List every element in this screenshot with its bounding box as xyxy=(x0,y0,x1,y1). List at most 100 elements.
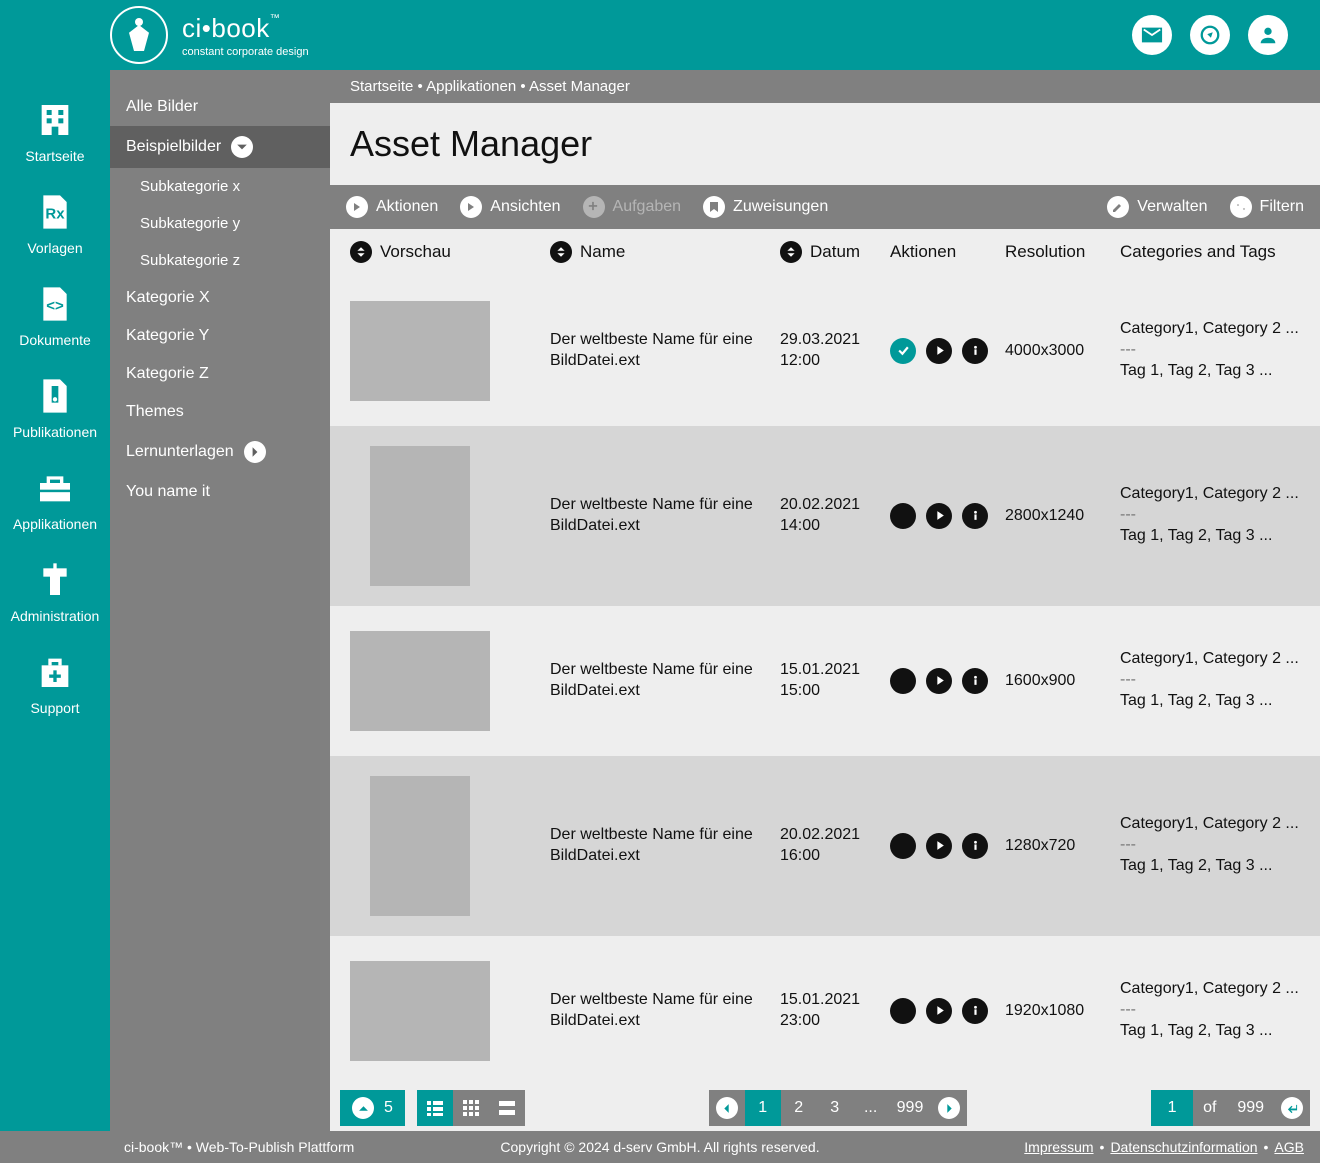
nav-administration[interactable]: Administration xyxy=(11,560,100,624)
play-button[interactable] xyxy=(926,503,952,529)
toolbar-ansichten-button[interactable]: Ansichten xyxy=(460,196,560,218)
asset-name: Der weltbeste Name für eine BildDatei.ex… xyxy=(550,330,780,372)
page-prev-button[interactable] xyxy=(709,1090,745,1126)
page-jump-go-button[interactable] xyxy=(1274,1090,1310,1126)
sidebar-item-9[interactable]: Lernunterlagen xyxy=(110,431,330,473)
thumbnail-placeholder[interactable] xyxy=(350,301,490,401)
thumbnail-placeholder[interactable] xyxy=(370,776,470,916)
col-header-datum[interactable]: Datum xyxy=(780,241,890,263)
asset-date: 29.03.2021 12:00 xyxy=(780,330,890,372)
sidebar-item-6[interactable]: Kategorie Y xyxy=(110,317,330,355)
toolbar-aktionen-button[interactable]: Aktionen xyxy=(346,196,438,218)
col-header-name[interactable]: Name xyxy=(550,241,780,263)
thumbnail-placeholder[interactable] xyxy=(350,631,490,731)
toolbar-verwalten-button[interactable]: Verwalten xyxy=(1107,196,1207,218)
sidebar-item-3[interactable]: Subkategorie y xyxy=(110,205,330,242)
nav-dokumente[interactable]: <> Dokumente xyxy=(19,284,91,348)
brand-area: ci•book™ constant corporate design xyxy=(110,6,309,64)
nav-publikationen[interactable]: Publikationen xyxy=(13,376,97,440)
footer-link-datenschutz[interactable]: Datenschutzinformation xyxy=(1110,1139,1257,1155)
select-toggle-button[interactable] xyxy=(890,338,916,364)
toolbar-filtern-button[interactable]: Filtern xyxy=(1230,196,1304,218)
toolbar-button-label: Ansichten xyxy=(490,198,560,216)
info-button[interactable] xyxy=(962,338,988,364)
select-toggle-button[interactable] xyxy=(890,503,916,529)
list-view-icon xyxy=(425,1098,445,1118)
sidebar-item-7[interactable]: Kategorie Z xyxy=(110,355,330,393)
info-button[interactable] xyxy=(962,668,988,694)
col-header-vorschau[interactable]: Vorschau xyxy=(350,241,550,263)
nav-vorlagen[interactable]: Rx Vorlagen xyxy=(27,192,82,256)
select-toggle-button[interactable] xyxy=(890,833,916,859)
sort-icon[interactable] xyxy=(780,241,802,263)
asset-name: Der weltbeste Name für eine BildDatei.ex… xyxy=(550,990,780,1032)
page-next-button[interactable] xyxy=(931,1090,967,1126)
page-size-selector[interactable]: 5 xyxy=(340,1090,405,1126)
page-jump-current[interactable]: 1 xyxy=(1151,1090,1193,1126)
asset-resolution: 2800x1240 xyxy=(1005,507,1120,525)
account-button[interactable] xyxy=(1248,15,1288,55)
sidebar-item-label: Themes xyxy=(126,403,184,421)
chevron-right-icon xyxy=(938,1097,960,1119)
table-header: Vorschau Name Datum Aktionen Resolution … xyxy=(330,229,1320,276)
table-body: Der weltbeste Name für eine BildDatei.ex… xyxy=(330,276,1320,1086)
tower-icon xyxy=(35,560,75,600)
select-toggle-button[interactable] xyxy=(890,998,916,1024)
page-number-2[interactable]: 2 xyxy=(781,1090,817,1126)
mail-button[interactable] xyxy=(1132,15,1172,55)
asset-categories-tags: Category1, Category 2 ...---Tag 1, Tag 2… xyxy=(1120,979,1300,1041)
view-list-button[interactable] xyxy=(417,1090,453,1126)
page-number-3[interactable]: 3 xyxy=(817,1090,853,1126)
asset-name: Der weltbeste Name für eine BildDatei.ex… xyxy=(550,660,780,702)
nav-startseite[interactable]: Startseite xyxy=(25,100,84,164)
view-toggle xyxy=(417,1090,525,1126)
nav-label: Support xyxy=(30,700,79,716)
play-button[interactable] xyxy=(926,668,952,694)
sidebar-item-8[interactable]: Themes xyxy=(110,393,330,431)
nav-support[interactable]: Support xyxy=(30,652,79,716)
compass-button[interactable] xyxy=(1190,15,1230,55)
col-header-label: Vorschau xyxy=(380,242,451,262)
play-button[interactable] xyxy=(926,833,952,859)
nav-label: Startseite xyxy=(25,148,84,164)
medkit-icon xyxy=(35,652,75,692)
select-toggle-button[interactable] xyxy=(890,668,916,694)
sidebar-item-0[interactable]: Alle Bilder xyxy=(110,88,330,126)
sidebar-item-label: Kategorie Z xyxy=(126,365,209,383)
sidebar-item-5[interactable]: Kategorie X xyxy=(110,279,330,317)
col-header-resolution: Resolution xyxy=(1005,242,1120,262)
sidebar-item-4[interactable]: Subkategorie z xyxy=(110,242,330,279)
info-button[interactable] xyxy=(962,998,988,1024)
sidebar-item-2[interactable]: Subkategorie x xyxy=(110,168,330,205)
page-number-1[interactable]: 1 xyxy=(745,1090,781,1126)
chevron-left-icon xyxy=(716,1097,738,1119)
info-button[interactable] xyxy=(962,503,988,529)
asset-resolution: 1600x900 xyxy=(1005,672,1120,690)
asset-categories-tags: Category1, Category 2 ...---Tag 1, Tag 2… xyxy=(1120,649,1300,711)
asset-date: 15.01.2021 23:00 xyxy=(780,990,890,1032)
info-button[interactable] xyxy=(962,833,988,859)
sidebar-item-10[interactable]: You name it xyxy=(110,473,330,511)
toolbar-zuweisungen-button[interactable]: Zuweisungen xyxy=(703,196,828,218)
thumbnail-placeholder[interactable] xyxy=(370,446,470,586)
sidebar-item-1[interactable]: Beispielbilder xyxy=(110,126,330,168)
pager-bar: 5 123...999 1 of 999 xyxy=(330,1086,1320,1131)
sidebar-item-label: Kategorie Y xyxy=(126,327,209,345)
pencil-icon xyxy=(1107,196,1129,218)
page-size-value: 5 xyxy=(384,1099,393,1117)
footer-link-impressum[interactable]: Impressum xyxy=(1024,1139,1093,1155)
page-number-999[interactable]: 999 xyxy=(889,1090,932,1126)
row-actions xyxy=(890,338,1005,364)
sort-icon[interactable] xyxy=(550,241,572,263)
user-icon xyxy=(1257,24,1279,46)
play-button[interactable] xyxy=(926,998,952,1024)
primary-nav: Startseite Rx Vorlagen <> Dokumente Publ… xyxy=(0,70,110,1131)
thumbnail-placeholder[interactable] xyxy=(350,961,490,1061)
footer-link-agb[interactable]: AGB xyxy=(1274,1139,1304,1155)
nav-applikationen[interactable]: Applikationen xyxy=(13,468,97,532)
view-grid-button[interactable] xyxy=(453,1090,489,1126)
sort-icon[interactable] xyxy=(350,241,372,263)
view-detail-button[interactable] xyxy=(489,1090,525,1126)
detail-view-icon xyxy=(497,1098,517,1118)
play-button[interactable] xyxy=(926,338,952,364)
